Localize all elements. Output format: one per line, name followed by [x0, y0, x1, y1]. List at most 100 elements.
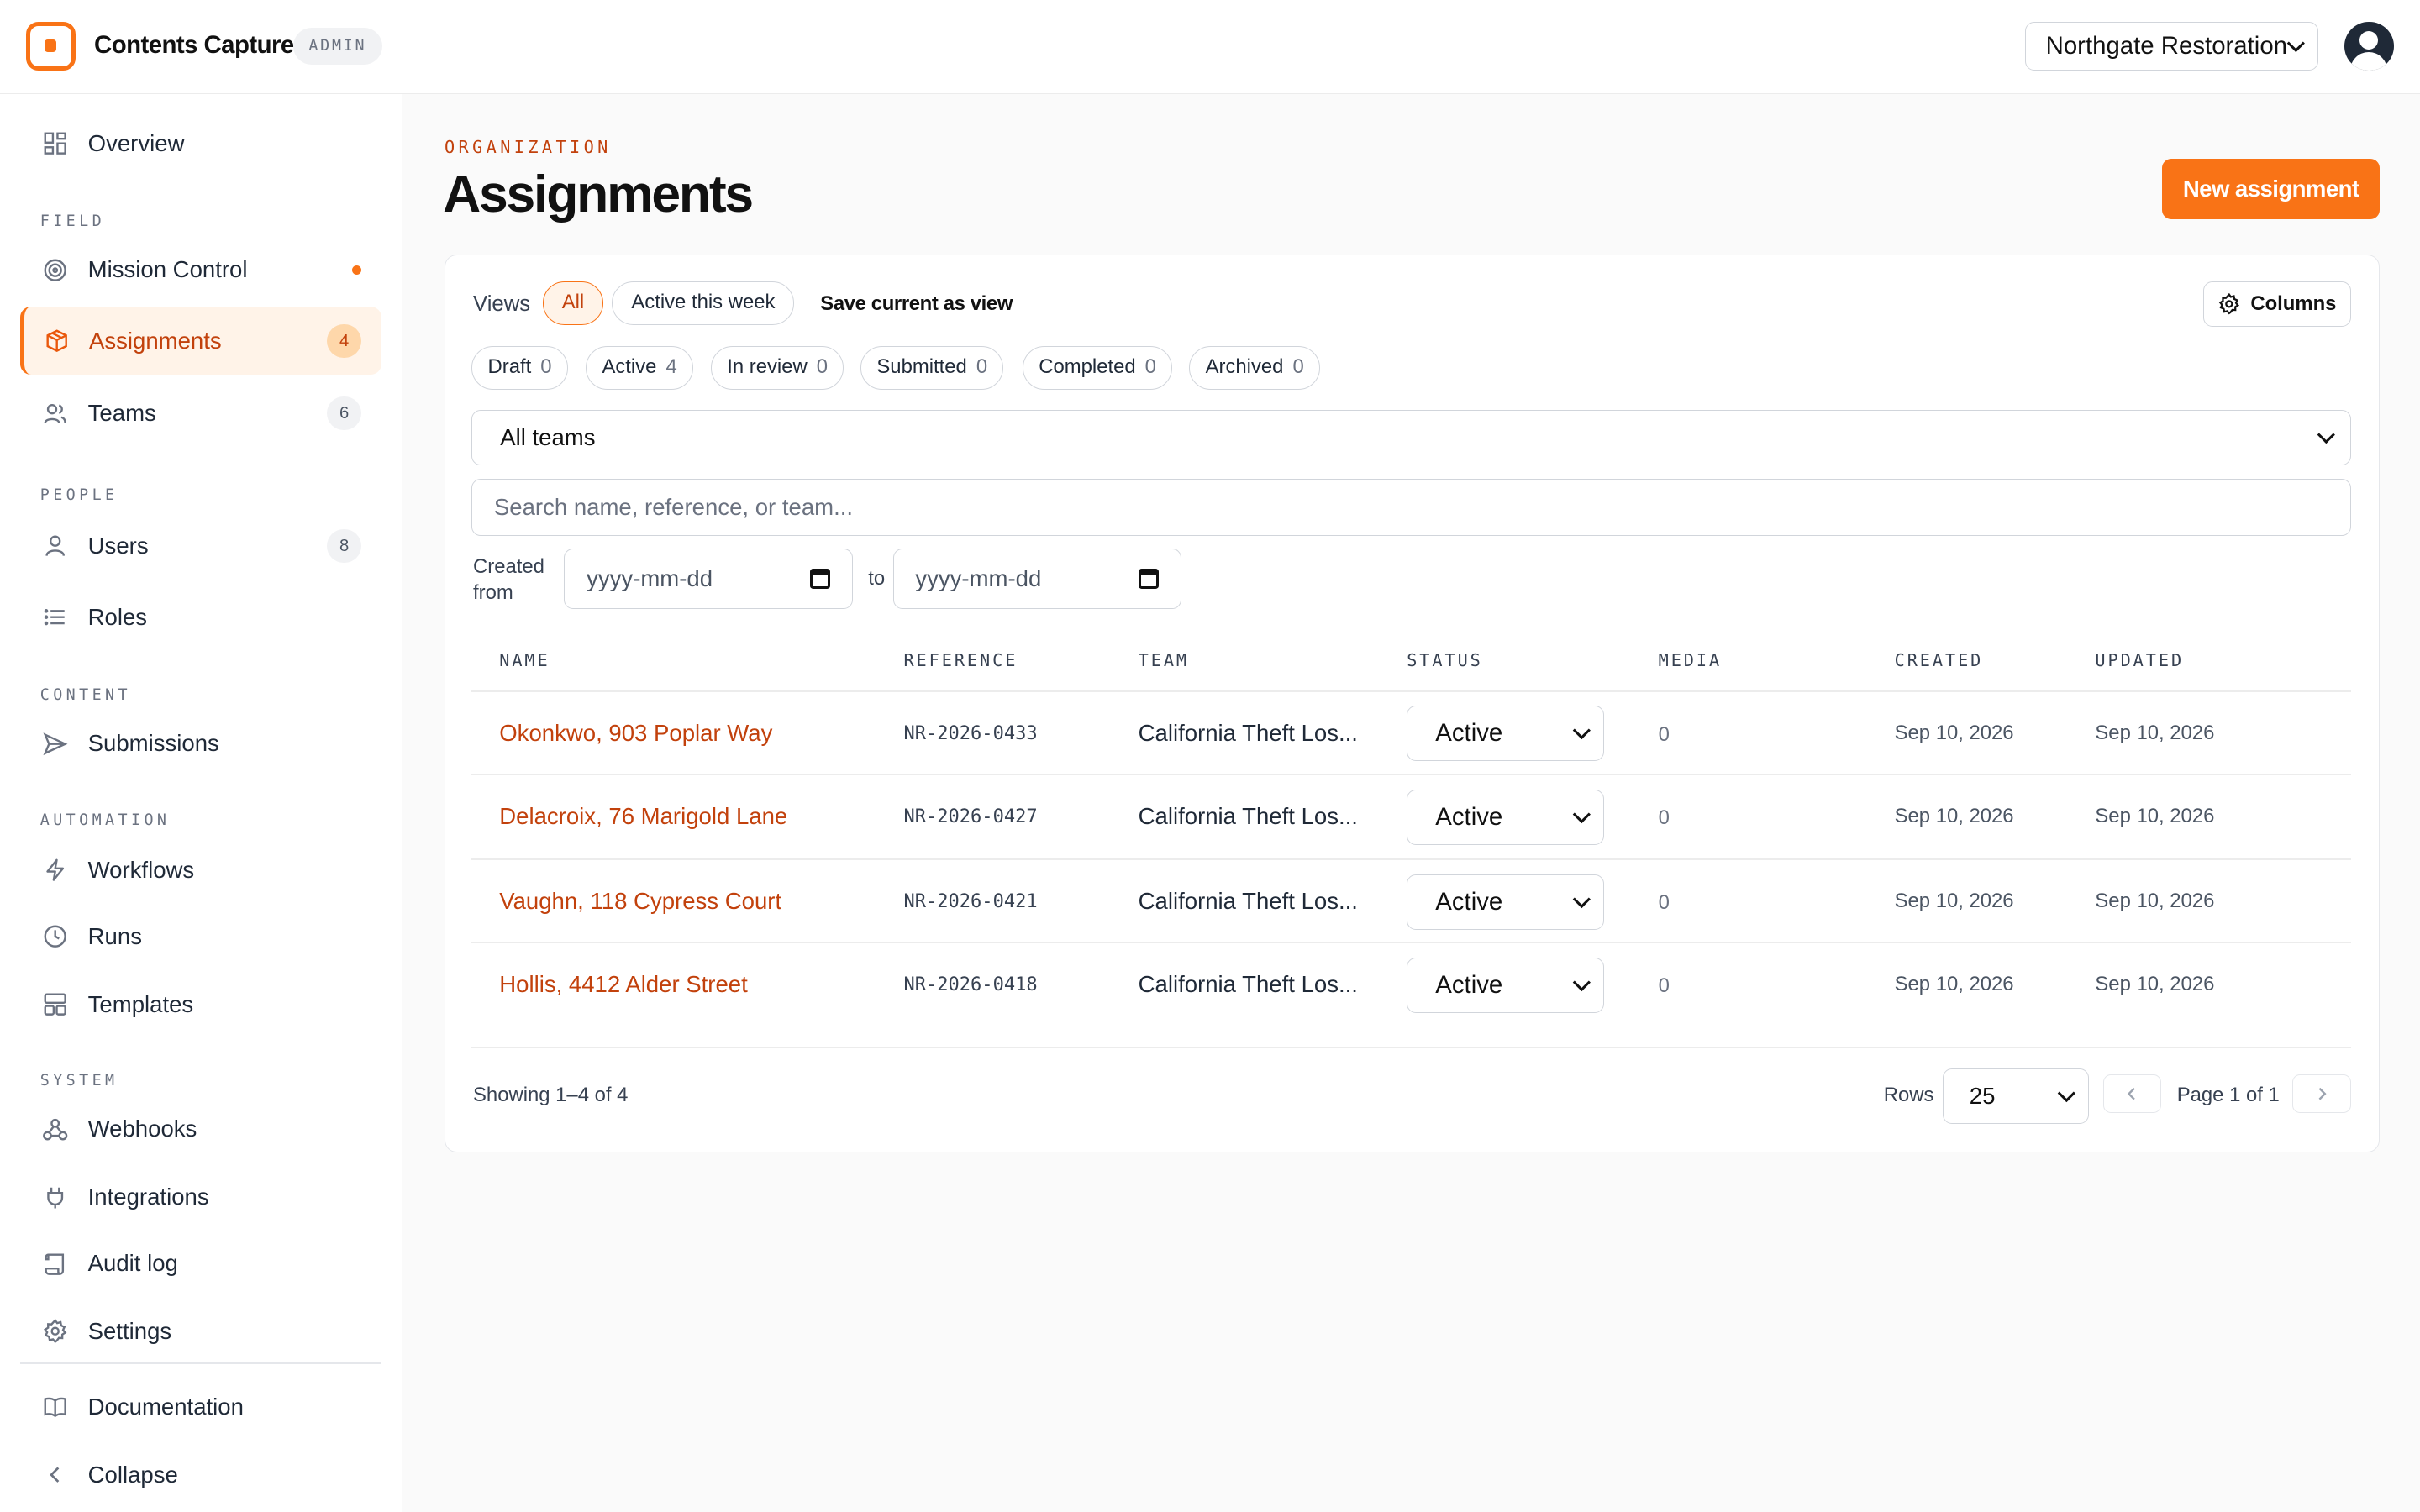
clock-icon: [42, 922, 70, 950]
updated-date: Sep 10, 2026: [2095, 889, 2215, 912]
status-chip-completed[interactable]: Completed 0: [1022, 346, 1173, 390]
columns-button[interactable]: Columns: [2202, 281, 2352, 327]
table-footer-divider: [471, 1047, 2352, 1049]
assignment-team: California Theft Los...: [1138, 719, 1358, 746]
sidebar-collapse-button[interactable]: Collapse: [20, 1442, 381, 1507]
search-input[interactable]: [471, 479, 2352, 537]
organization-select-value: Northgate Restoration: [2045, 32, 2288, 60]
sidebar-item-runs[interactable]: Runs: [20, 904, 381, 969]
media-count: 0: [1658, 890, 1670, 914]
sidebar-item-assignments[interactable]: Assignments 4: [19, 307, 381, 375]
updated-date: Sep 10, 2026: [2095, 804, 2215, 827]
column-header-team[interactable]: TEAM: [1139, 650, 1189, 670]
previous-page-button[interactable]: [2102, 1074, 2162, 1114]
status-select-value: Active: [1435, 719, 1503, 748]
media-count: 0: [1658, 974, 1670, 997]
send-icon: [42, 730, 70, 758]
assignment-name-link[interactable]: Hollis, 4412 Alder Street: [499, 971, 748, 998]
assignment-name-link[interactable]: Okonkwo, 903 Poplar Way: [499, 720, 772, 747]
status-select[interactable]: Active: [1407, 789, 1605, 845]
sidebar-item-documentation[interactable]: Documentation: [20, 1374, 381, 1439]
status-select[interactable]: Active: [1407, 957, 1605, 1013]
calendar-icon[interactable]: [1139, 568, 1160, 589]
assignment-team: California Theft Los...: [1138, 803, 1358, 830]
sidebar-item-settings[interactable]: Settings: [20, 1299, 381, 1363]
sidebar-item-submissions[interactable]: Submissions: [20, 711, 381, 776]
sidebar-item-label: Documentation: [87, 1394, 244, 1420]
template-icon: [42, 990, 70, 1018]
sidebar-item-webhooks[interactable]: Webhooks: [20, 1097, 381, 1162]
sidebar-item-teams[interactable]: Teams 6: [20, 381, 381, 446]
sidebar-item-roles[interactable]: Roles: [20, 585, 381, 649]
calendar-icon[interactable]: [810, 568, 831, 589]
chevron-down-icon: [1573, 722, 1591, 740]
teams-count-badge: 6: [327, 396, 361, 431]
team-filter-value: All teams: [500, 423, 596, 450]
sidebar-item-mission-control[interactable]: Mission Control: [20, 238, 381, 302]
chevron-down-icon: [1573, 973, 1591, 991]
section-label-people: PEOPLE: [39, 486, 118, 504]
sidebar-item-audit-log[interactable]: Audit log: [20, 1231, 381, 1296]
sidebar-item-workflows[interactable]: Workflows: [20, 837, 381, 902]
status-chip-active[interactable]: Active 4: [586, 346, 694, 390]
assignment-reference: NR-2026-0433: [903, 722, 1038, 744]
status-chip-draft[interactable]: Draft 0: [471, 346, 568, 390]
sidebar-item-label: Audit log: [87, 1250, 178, 1277]
view-pill-active-this-week[interactable]: Active this week: [612, 281, 795, 325]
created-from-date-input[interactable]: yyyy-mm-dd: [564, 549, 853, 609]
team-filter-select[interactable]: All teams: [471, 409, 2352, 465]
column-header-name[interactable]: NAME: [499, 650, 550, 670]
column-header-created[interactable]: CREATED: [1895, 650, 1984, 670]
sidebar-item-label: Mission Control: [87, 256, 248, 283]
sidebar-item-label: Collapse: [87, 1461, 178, 1488]
section-label-field: FIELD: [39, 213, 106, 231]
status-select[interactable]: Active: [1407, 874, 1605, 930]
user-avatar[interactable]: [2344, 21, 2394, 71]
sidebar-item-integrations[interactable]: Integrations: [20, 1165, 381, 1230]
created-date: Sep 10, 2026: [1894, 973, 2014, 996]
created-to-date-input[interactable]: yyyy-mm-dd: [892, 549, 1182, 609]
created-date: Sep 10, 2026: [1894, 889, 2014, 912]
chevron-down-icon: [2286, 34, 2305, 52]
scroll-icon: [42, 1250, 70, 1278]
sidebar-item-users[interactable]: Users 8: [20, 514, 381, 579]
chip-count: 0: [816, 355, 829, 379]
status-chip-in-review[interactable]: In review 0: [710, 346, 844, 390]
page-indicator: Page 1 of 1: [2176, 1084, 2280, 1107]
gear-icon: [2218, 293, 2240, 315]
save-current-view-button[interactable]: Save current as view: [820, 292, 1013, 316]
created-date: Sep 10, 2026: [1894, 721, 2014, 744]
table-header-divider: [471, 690, 2352, 692]
chip-label: Active: [602, 355, 657, 379]
section-label-automation: AUTOMATION: [39, 811, 171, 830]
page: Contents Capture ADMIN Northgate Restora…: [0, 0, 2420, 1512]
column-header-status[interactable]: STATUS: [1407, 650, 1483, 670]
sidebar-item-overview[interactable]: Overview: [20, 111, 381, 176]
target-icon: [42, 256, 70, 284]
rows-per-page-value: 25: [1969, 1083, 1996, 1110]
assignment-name-link[interactable]: Delacroix, 76 Marigold Lane: [499, 803, 787, 830]
row-divider: [471, 774, 2352, 775]
user-icon: [42, 533, 70, 560]
chevron-down-icon: [1573, 805, 1591, 823]
organization-select[interactable]: Northgate Restoration: [2024, 21, 2318, 71]
sidebar-item-templates[interactable]: Templates: [20, 972, 381, 1037]
column-header-media[interactable]: MEDIA: [1659, 650, 1722, 670]
new-assignment-button[interactable]: New assignment: [2162, 159, 2381, 219]
next-page-button[interactable]: [2292, 1074, 2352, 1114]
rows-per-page-select[interactable]: 25: [1942, 1068, 2090, 1125]
status-select[interactable]: Active: [1407, 706, 1605, 762]
app-logo-icon[interactable]: [26, 21, 76, 71]
updated-date: Sep 10, 2026: [2095, 973, 2215, 996]
view-pill-all[interactable]: All: [542, 281, 604, 325]
date-placeholder: yyyy-mm-dd: [587, 564, 713, 591]
column-header-updated[interactable]: UPDATED: [2095, 650, 2184, 670]
column-header-reference[interactable]: REFERENCE: [903, 650, 1018, 670]
row-divider: [471, 858, 2352, 861]
list-icon: [42, 603, 70, 631]
status-chip-submitted[interactable]: Submitted 0: [860, 346, 1004, 390]
assignment-name-link[interactable]: Vaughn, 118 Cypress Court: [499, 888, 781, 915]
assignment-team: California Theft Los...: [1138, 971, 1358, 998]
chip-count: 0: [1292, 355, 1304, 379]
status-chip-archived[interactable]: Archived 0: [1189, 346, 1321, 390]
